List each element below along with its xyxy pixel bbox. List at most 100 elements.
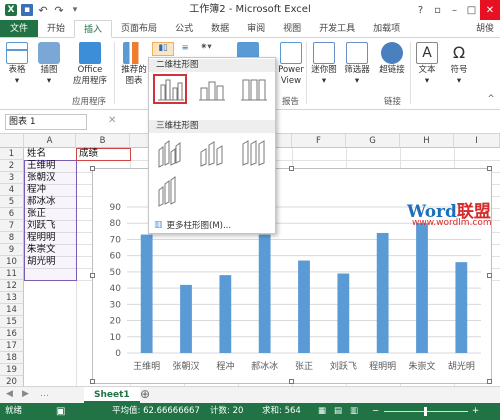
tab-data[interactable]: 数据 [202, 20, 238, 37]
recommended-charts-button[interactable]: 推荐的 图表 [118, 40, 150, 87]
line-chart-icon[interactable]: ≡ [178, 43, 192, 54]
resize-handle[interactable] [90, 379, 95, 384]
row-header[interactable]: 17 [0, 340, 24, 352]
name-cell[interactable]: 张正 [25, 208, 46, 220]
name-cell[interactable]: 朱崇文 [25, 244, 56, 256]
minimize-button[interactable]: – [446, 0, 463, 20]
text-button[interactable]: A 文本 ▾ [414, 40, 440, 87]
row-header[interactable]: 20 [0, 376, 24, 386]
3d-stacked-column-option[interactable] [195, 138, 229, 168]
row-header[interactable]: 6 [0, 208, 24, 220]
select-all-corner[interactable] [0, 134, 24, 148]
resize-handle[interactable] [487, 379, 492, 384]
tab-home[interactable]: 开始 [38, 20, 74, 37]
row-header[interactable]: 4 [0, 184, 24, 196]
customize-toolbar-icon[interactable]: ▾ [69, 4, 81, 16]
resize-handle[interactable] [487, 166, 492, 171]
name-cell[interactable]: 王维明 [25, 160, 56, 172]
name-cell[interactable]: 刘跃飞 [25, 220, 56, 232]
resize-handle[interactable] [90, 166, 95, 171]
zoom-in-icon[interactable]: + [472, 403, 479, 420]
prev-sheet-icon[interactable]: ◀ [6, 389, 13, 399]
resize-handle[interactable] [289, 166, 294, 171]
row-header[interactable]: 12 [0, 280, 24, 292]
cell-b1[interactable]: 成绩 [77, 148, 98, 160]
tab-review[interactable]: 审阅 [238, 20, 274, 37]
office-apps-button[interactable]: Office 应用程序 [68, 40, 112, 87]
name-cell[interactable]: 程明明 [25, 232, 56, 244]
row-header[interactable]: 14 [0, 304, 24, 316]
sparklines-button[interactable]: 迷你图 ▾ [309, 40, 339, 87]
3d-clustered-column-option[interactable] [153, 138, 187, 168]
column-header[interactable]: H [400, 134, 454, 148]
name-cell[interactable]: 郝冰冰 [25, 196, 56, 208]
row-header[interactable]: 18 [0, 352, 24, 364]
macro-record-icon[interactable]: ▣ [56, 403, 65, 420]
page-layout-view-icon[interactable]: ▤ [334, 403, 342, 420]
row-header[interactable]: 2 [0, 160, 24, 172]
power-view-button[interactable]: Power View [276, 40, 306, 87]
percent-stacked-column-option[interactable] [237, 76, 271, 106]
maximize-button[interactable]: □ [463, 0, 480, 20]
3d-column-option[interactable] [153, 176, 187, 207]
row-header[interactable]: 10 [0, 256, 24, 268]
row-header[interactable]: 8 [0, 232, 24, 244]
add-sheet-icon[interactable]: ⊕ [140, 387, 150, 401]
resize-handle[interactable] [487, 273, 492, 278]
cell-a1[interactable]: 姓名 [25, 148, 46, 160]
tab-view[interactable]: 视图 [274, 20, 310, 37]
tab-developer[interactable]: 开发工具 [310, 20, 364, 37]
column-header[interactable]: G [346, 134, 400, 148]
sheet-overflow-icon[interactable]: … [40, 389, 49, 399]
row-header[interactable]: 3 [0, 172, 24, 184]
other-charts-icon[interactable]: ✷▾ [198, 42, 214, 53]
filter-button[interactable]: 筛选器 ▾ [342, 40, 372, 87]
cancel-icon[interactable]: ✕ [108, 115, 116, 126]
row-header[interactable]: 7 [0, 220, 24, 232]
row-header[interactable]: 9 [0, 244, 24, 256]
tab-formulas[interactable]: 公式 [166, 20, 202, 37]
column-chart-button[interactable]: ▮▯ [152, 42, 174, 56]
column-header[interactable]: I [454, 134, 500, 148]
name-box[interactable]: 图表 1 [5, 114, 87, 130]
row-header[interactable]: 19 [0, 364, 24, 376]
close-button[interactable]: ✕ [480, 0, 500, 20]
resize-handle[interactable] [90, 273, 95, 278]
ribbon-display-icon[interactable]: ▫ [429, 0, 446, 20]
tab-insert[interactable]: 插入 [74, 20, 113, 38]
help-icon[interactable]: ? [412, 0, 429, 20]
tab-page-layout[interactable]: 页面布局 [112, 20, 166, 37]
column-header[interactable]: A [24, 134, 76, 148]
row-header[interactable]: 1 [0, 148, 24, 160]
column-header[interactable]: F [292, 134, 346, 148]
tab-addins[interactable]: 加载项 [364, 20, 409, 37]
redo-icon[interactable]: ↷ [53, 4, 65, 17]
more-column-charts-option[interactable]: ▥ 更多柱形图(M)... [154, 219, 231, 231]
zoom-out-icon[interactable]: − [372, 403, 379, 420]
name-cell[interactable]: 程冲 [25, 184, 46, 196]
column-header[interactable]: B [76, 134, 130, 148]
row-header[interactable]: 15 [0, 316, 24, 328]
stacked-column-option[interactable] [195, 76, 229, 106]
3d-percent-stacked-column-option[interactable] [237, 138, 271, 168]
row-header[interactable]: 11 [0, 268, 24, 280]
undo-icon[interactable]: ↶ [37, 4, 49, 17]
normal-view-icon[interactable]: ▦ [318, 403, 326, 420]
next-sheet-icon[interactable]: ▶ [22, 389, 29, 399]
table-button[interactable]: 表格 ▾ [4, 40, 30, 87]
row-header[interactable]: 13 [0, 292, 24, 304]
name-cell[interactable]: 张朝汉 [25, 172, 56, 184]
hyperlink-button[interactable]: 超链接 [376, 40, 408, 76]
tab-file[interactable]: 文件 [0, 20, 39, 37]
illustrations-button[interactable]: 插图 ▾ [36, 40, 62, 87]
page-break-view-icon[interactable]: ▥ [350, 403, 358, 420]
resize-handle[interactable] [289, 379, 294, 384]
zoom-slider-thumb[interactable] [424, 407, 427, 416]
symbol-button[interactable]: Ω 符号 ▾ [446, 40, 472, 87]
sheet-tab-sheet1[interactable]: Sheet1 [84, 387, 140, 403]
name-cell[interactable]: 胡光明 [25, 256, 56, 268]
clustered-column-option[interactable] [153, 74, 187, 104]
row-header[interactable]: 5 [0, 196, 24, 208]
save-icon[interactable]: ▪ [21, 4, 33, 16]
collapse-ribbon-icon[interactable]: ^ [486, 94, 496, 105]
